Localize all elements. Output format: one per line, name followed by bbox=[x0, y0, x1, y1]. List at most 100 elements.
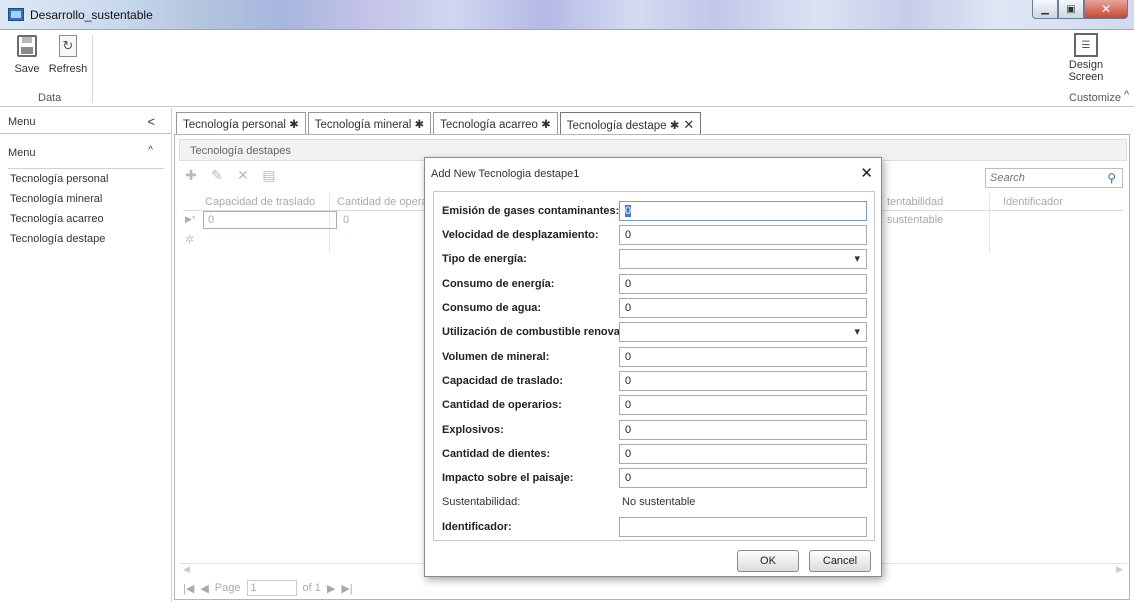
ribbon-collapse-button[interactable]: ^ bbox=[1124, 89, 1129, 101]
export-icon[interactable]: ▤ bbox=[261, 167, 277, 191]
emision-de-gases-input[interactable]: 0 bbox=[619, 201, 867, 221]
cell-cantidad: 0 bbox=[343, 214, 350, 226]
field-label: Utilización de combustible renovable: bbox=[442, 326, 640, 338]
tab-label: Tecnología acarreo ✱ bbox=[440, 119, 551, 131]
field-label: Tipo de energía: bbox=[442, 253, 527, 265]
field-label: Consumo de agua: bbox=[442, 302, 542, 314]
column-identificador[interactable]: Identificador bbox=[1003, 196, 1063, 208]
cantidad-de-dientes-input[interactable]: 0 bbox=[619, 444, 867, 464]
menu-item-tecnologia-destape[interactable]: Tecnología destape bbox=[0, 230, 171, 250]
scroll-left-icon[interactable]: ◀ bbox=[183, 564, 190, 575]
volumen-de-mineral-input[interactable]: 0 bbox=[619, 347, 867, 367]
field-label: Emisión de gases contaminantes: bbox=[442, 205, 620, 217]
tab-tecnologia-destape[interactable]: Tecnología destape ✱ ✕ bbox=[559, 112, 702, 134]
customize-group-label: Customize bbox=[1069, 92, 1121, 104]
field-label: Explosivos: bbox=[442, 424, 504, 436]
search-input[interactable] bbox=[986, 169, 1096, 187]
field-value: 0 bbox=[625, 205, 632, 217]
identificador-input[interactable] bbox=[619, 517, 867, 537]
prev-page-icon[interactable]: ◀ bbox=[200, 582, 208, 595]
data-group-label: Data bbox=[38, 92, 62, 104]
close-window-button[interactable]: ✕ bbox=[1084, 0, 1128, 19]
app-icon bbox=[8, 8, 24, 21]
first-page-icon[interactable]: |◀ bbox=[183, 582, 194, 595]
capacidad-de-traslado-input[interactable]: 0 bbox=[619, 371, 867, 391]
tab-tecnologia-acarreo[interactable]: Tecnología acarreo ✱ bbox=[433, 112, 558, 134]
search-box[interactable]: ⚲ bbox=[985, 168, 1123, 188]
ok-button[interactable]: OK bbox=[737, 550, 799, 572]
grid-toolbar: ✚ ✎ ✕ ▤ bbox=[183, 167, 277, 191]
column-cantidad-de-operarios[interactable]: Cantidad de operari bbox=[337, 196, 434, 208]
tab-tecnologia-personal[interactable]: Tecnología personal ✱ bbox=[176, 112, 306, 134]
sustentabilidad-value: No sustentable bbox=[622, 496, 696, 508]
field-label: Identificador: bbox=[442, 521, 512, 533]
screen-title: Tecnología destapes bbox=[190, 145, 291, 157]
page-count: of 1 bbox=[302, 582, 321, 594]
field-label: Impacto sobre el paisaje: bbox=[442, 472, 574, 484]
field-consumo-de-agua: Consumo de agua: 0 bbox=[442, 298, 870, 318]
pager: |◀ ◀ Page 1 of 1 ▶ ▶| bbox=[183, 579, 353, 597]
design-label-2: Screen bbox=[1068, 71, 1104, 83]
design-screen-button[interactable]: ☰ Design Screen bbox=[1066, 33, 1106, 83]
minimize-button[interactable]: ▁ bbox=[1032, 0, 1058, 19]
field-label: Consumo de energía: bbox=[442, 278, 555, 290]
page-label: Page bbox=[214, 582, 241, 594]
add-icon[interactable]: ✚ bbox=[183, 167, 199, 191]
save-button[interactable]: Save bbox=[12, 35, 42, 75]
cantidad-de-operarios-input[interactable]: 0 bbox=[619, 395, 867, 415]
field-sustentabilidad: Sustentabilidad: No sustentable bbox=[442, 492, 870, 512]
menu-item-tecnologia-mineral[interactable]: Tecnología mineral bbox=[0, 190, 171, 210]
title-bar: Desarrollo_sustentable ▁ ▣ ✕ bbox=[0, 0, 1134, 30]
dialog-title: Add New Tecnologia destape1 bbox=[431, 168, 580, 180]
field-cantidad-de-operarios: Cantidad de operarios: 0 bbox=[442, 395, 870, 415]
velocidad-input[interactable]: 0 bbox=[619, 225, 867, 245]
close-icon: ✕ bbox=[1100, 2, 1112, 16]
field-emision-de-gases: Emisión de gases contaminantes: 0 bbox=[442, 201, 870, 221]
field-label: Volumen de mineral: bbox=[442, 351, 550, 363]
tab-tecnologia-mineral[interactable]: Tecnología mineral ✱ bbox=[307, 112, 432, 134]
combustible-renovable-select[interactable] bbox=[619, 322, 867, 342]
new-row-icon[interactable]: ✲ bbox=[185, 233, 194, 246]
field-cantidad-de-dientes: Cantidad de dientes: 0 bbox=[442, 444, 870, 464]
explosivos-input[interactable]: 0 bbox=[619, 420, 867, 440]
field-utilizacion-combustible: Utilización de combustible renovable: bbox=[442, 322, 870, 342]
maximize-button[interactable]: ▣ bbox=[1058, 0, 1084, 19]
tab-label: Tecnología mineral ✱ bbox=[314, 119, 425, 131]
menu-divider bbox=[8, 168, 164, 169]
tipo-de-energia-select[interactable] bbox=[619, 249, 867, 269]
last-page-icon[interactable]: ▶| bbox=[341, 582, 352, 595]
search-icon[interactable]: ⚲ bbox=[1107, 171, 1116, 185]
design-label-1: Design bbox=[1068, 59, 1104, 71]
tab-close-icon[interactable]: ✕ bbox=[683, 117, 694, 132]
column-capacidad-de-traslado[interactable]: Capacidad de traslado bbox=[205, 196, 315, 208]
menu-header: Menu < bbox=[0, 108, 171, 134]
refresh-button[interactable]: ↻ Refresh bbox=[48, 35, 88, 75]
chevron-up-icon: ^ bbox=[148, 145, 153, 156]
dialog-close-icon[interactable]: ✕ bbox=[860, 164, 873, 182]
consumo-de-agua-input[interactable]: 0 bbox=[619, 298, 867, 318]
cell-sustentabilidad: sustentable bbox=[887, 214, 944, 226]
dialog-form: Emisión de gases contaminantes: 0 Veloci… bbox=[433, 191, 875, 541]
edit-icon[interactable]: ✎ bbox=[209, 167, 225, 191]
maximize-icon: ▣ bbox=[1066, 3, 1076, 15]
delete-icon[interactable]: ✕ bbox=[235, 167, 251, 191]
field-label: Velocidad de desplazamiento: bbox=[442, 229, 599, 241]
consumo-de-energia-input[interactable]: 0 bbox=[619, 274, 867, 294]
menu-item-tecnologia-personal[interactable]: Tecnología personal bbox=[0, 170, 171, 190]
menu-item-tecnologia-acarreo[interactable]: Tecnología acarreo bbox=[0, 210, 171, 230]
menu-group[interactable]: Menu ^ bbox=[0, 139, 171, 169]
cell-capacidad[interactable]: 0 bbox=[203, 211, 337, 229]
column-sustentabilidad[interactable]: tentabilidad bbox=[887, 196, 943, 208]
navigation-pane: Menu < Menu ^ Tecnología personal Tecnol… bbox=[0, 108, 172, 602]
cancel-button[interactable]: Cancel bbox=[809, 550, 871, 572]
next-page-icon[interactable]: ▶ bbox=[327, 582, 335, 595]
tab-strip: Tecnología personal ✱ Tecnología mineral… bbox=[176, 112, 703, 134]
ribbon-separator bbox=[92, 35, 93, 103]
save-label: Save bbox=[14, 63, 40, 75]
page-input[interactable]: 1 bbox=[246, 580, 297, 596]
field-identificador: Identificador: bbox=[442, 517, 870, 537]
collapse-menu-button[interactable]: < bbox=[147, 114, 155, 129]
impacto-paisaje-input[interactable]: 0 bbox=[619, 468, 867, 488]
scroll-right-icon[interactable]: ▶ bbox=[1116, 564, 1123, 575]
field-explosivos: Explosivos: 0 bbox=[442, 420, 870, 440]
